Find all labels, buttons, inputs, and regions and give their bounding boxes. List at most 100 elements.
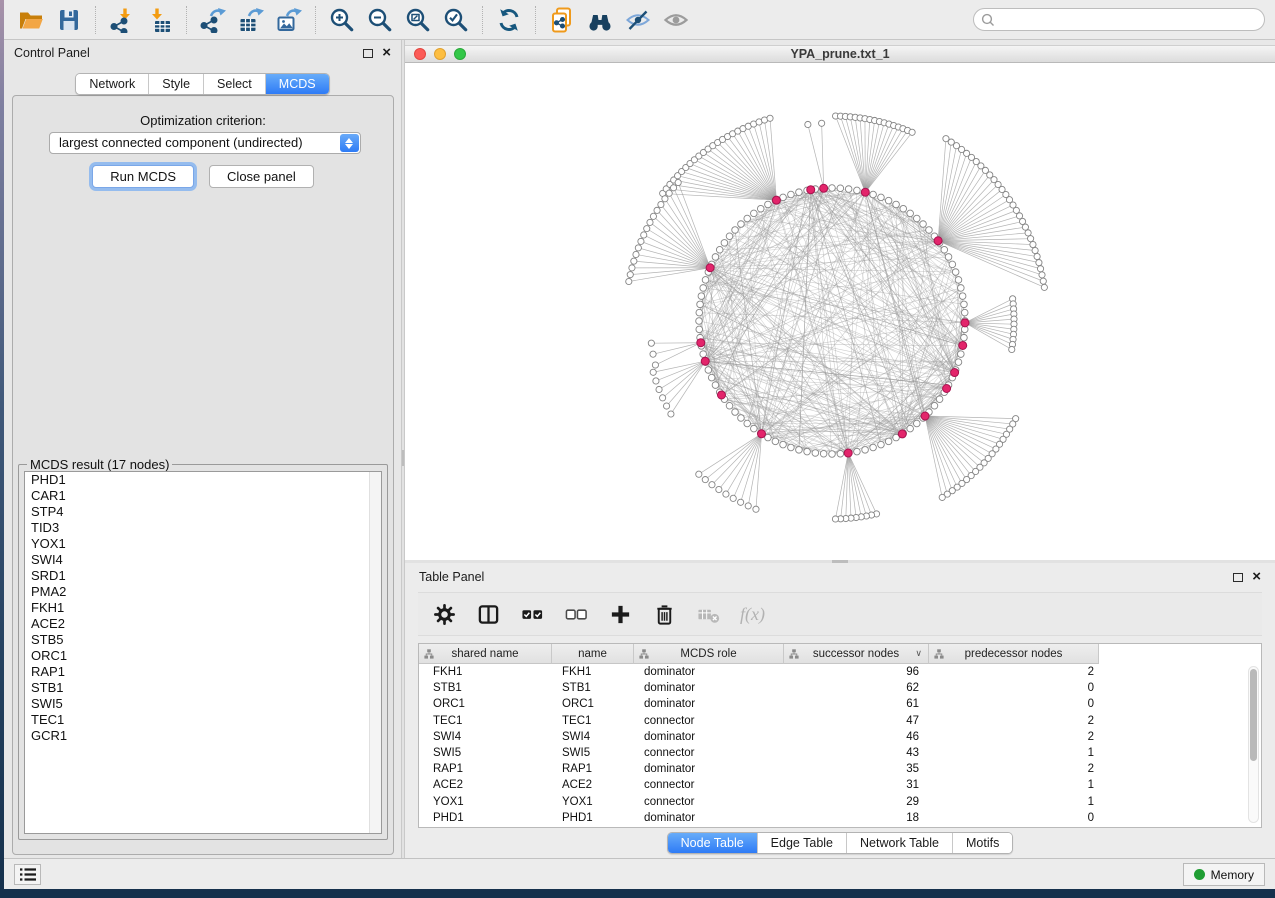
column-header-predecessor-nodes[interactable]: predecessor nodes	[929, 644, 1099, 664]
scrollbar-thumb[interactable]	[1250, 669, 1257, 761]
graph-leaf-node[interactable]	[631, 258, 637, 264]
table-row[interactable]: RAP1RAP1dominator352	[419, 761, 1261, 777]
graph-leaf-node[interactable]	[668, 411, 674, 417]
graph-node[interactable]	[854, 187, 861, 194]
graph-node[interactable]	[961, 334, 968, 341]
graph-node[interactable]	[885, 197, 892, 204]
graph-node[interactable]	[837, 450, 844, 457]
search-input[interactable]	[973, 8, 1265, 31]
graph-node[interactable]	[788, 444, 795, 451]
graph-node[interactable]	[708, 374, 715, 381]
graph-node[interactable]	[705, 367, 712, 374]
save-icon[interactable]	[50, 4, 88, 36]
graph-node[interactable]	[878, 194, 885, 201]
graph-node[interactable]	[757, 205, 764, 212]
search-binoculars-icon[interactable]	[581, 4, 619, 36]
graph-node[interactable]	[958, 351, 965, 358]
clone-network-icon[interactable]	[543, 4, 581, 36]
table-row[interactable]: YOX1YOX1connector291	[419, 794, 1261, 810]
graph-leaf-node[interactable]	[666, 190, 672, 196]
close-panel-button[interactable]: Close panel	[209, 165, 314, 188]
table-row[interactable]: PHD1PHD1dominator180	[419, 810, 1261, 826]
graph-node[interactable]	[920, 221, 927, 228]
graph-node[interactable]	[751, 425, 758, 432]
graph-leaf-node[interactable]	[652, 362, 658, 368]
graph-node[interactable]	[931, 402, 938, 409]
run-mcds-button[interactable]: Run MCDS	[92, 165, 194, 188]
close-panel-icon[interactable]: ×	[382, 48, 391, 58]
graph-node[interactable]	[949, 261, 956, 268]
graph-node[interactable]	[870, 444, 877, 451]
graph-leaf-node[interactable]	[1037, 266, 1043, 272]
import-table-icon[interactable]	[141, 4, 179, 36]
graph-node[interactable]	[765, 201, 772, 208]
result-node-item[interactable]: YOX1	[25, 536, 381, 552]
result-node-item[interactable]: STP4	[25, 504, 381, 520]
graph-hub-node[interactable]	[717, 391, 725, 399]
graph-leaf-node[interactable]	[805, 121, 811, 127]
graph-leaf-node[interactable]	[653, 378, 659, 384]
graph-leaf-node[interactable]	[1034, 253, 1040, 259]
unselect-all-icon[interactable]	[564, 602, 588, 626]
graph-hub-node[interactable]	[943, 385, 951, 393]
network-graph[interactable]	[405, 63, 1275, 560]
graph-node[interactable]	[854, 448, 861, 455]
graph-leaf-node[interactable]	[633, 251, 639, 257]
graph-node[interactable]	[700, 285, 707, 292]
result-node-item[interactable]: ACE2	[25, 616, 381, 632]
graph-hub-node[interactable]	[961, 319, 969, 327]
graph-leaf-node[interactable]	[662, 196, 668, 202]
table-settings-gear-icon[interactable]	[432, 602, 456, 626]
graph-leaf-node[interactable]	[641, 232, 647, 238]
graph-hub-node[interactable]	[844, 449, 852, 457]
graph-leaf-node[interactable]	[939, 494, 945, 500]
graph-leaf-node[interactable]	[627, 272, 633, 278]
zoom-out-icon[interactable]	[361, 4, 399, 36]
graph-hub-node[interactable]	[959, 341, 967, 349]
table-row[interactable]: TEC1TEC1connector472	[419, 713, 1261, 729]
tab-mcds[interactable]: MCDS	[265, 74, 329, 94]
graph-node[interactable]	[744, 215, 751, 222]
graph-node[interactable]	[961, 301, 968, 308]
result-node-item[interactable]: ORC1	[25, 648, 381, 664]
graph-leaf-node[interactable]	[1032, 247, 1038, 253]
result-node-item[interactable]: CAR1	[25, 488, 381, 504]
graph-node[interactable]	[941, 246, 948, 253]
graph-leaf-node[interactable]	[1025, 230, 1031, 236]
result-node-item[interactable]: TEC1	[25, 712, 381, 728]
graph-leaf-node[interactable]	[650, 351, 656, 357]
graph-node[interactable]	[845, 186, 852, 193]
graph-leaf-node[interactable]	[1041, 284, 1047, 290]
result-node-item[interactable]: SWI5	[25, 696, 381, 712]
export-image-icon[interactable]	[270, 4, 308, 36]
graph-hub-node[interactable]	[820, 184, 828, 192]
result-node-item[interactable]: PHD1	[25, 472, 381, 488]
graph-node[interactable]	[955, 359, 962, 366]
table-row[interactable]: ACE2ACE2connector311	[419, 777, 1261, 793]
graph-leaf-node[interactable]	[656, 386, 662, 392]
graph-node[interactable]	[751, 210, 758, 217]
graph-node[interactable]	[812, 450, 819, 457]
graph-node[interactable]	[712, 382, 719, 389]
graph-node[interactable]	[862, 447, 869, 454]
result-node-item[interactable]: STB5	[25, 632, 381, 648]
graph-node[interactable]	[702, 277, 709, 284]
graph-node[interactable]	[958, 285, 965, 292]
graph-node[interactable]	[913, 420, 920, 427]
graph-leaf-node[interactable]	[644, 226, 650, 232]
graph-leaf-node[interactable]	[650, 213, 656, 219]
graph-node[interactable]	[726, 402, 733, 409]
graph-hub-node[interactable]	[697, 339, 705, 347]
table-row[interactable]: SWI4SWI4dominator462	[419, 729, 1261, 745]
graph-leaf-node[interactable]	[1040, 278, 1046, 284]
graph-leaf-node[interactable]	[1009, 346, 1015, 352]
graph-leaf-node[interactable]	[819, 120, 825, 126]
task-history-button[interactable]	[14, 864, 41, 885]
graph-leaf-node[interactable]	[1028, 236, 1034, 242]
graph-node[interactable]	[698, 293, 705, 300]
graph-leaf-node[interactable]	[753, 506, 759, 512]
select-all-icon[interactable]	[520, 602, 544, 626]
graph-node[interactable]	[936, 396, 943, 403]
result-node-item[interactable]: STB1	[25, 680, 381, 696]
graph-leaf-node[interactable]	[670, 185, 676, 191]
